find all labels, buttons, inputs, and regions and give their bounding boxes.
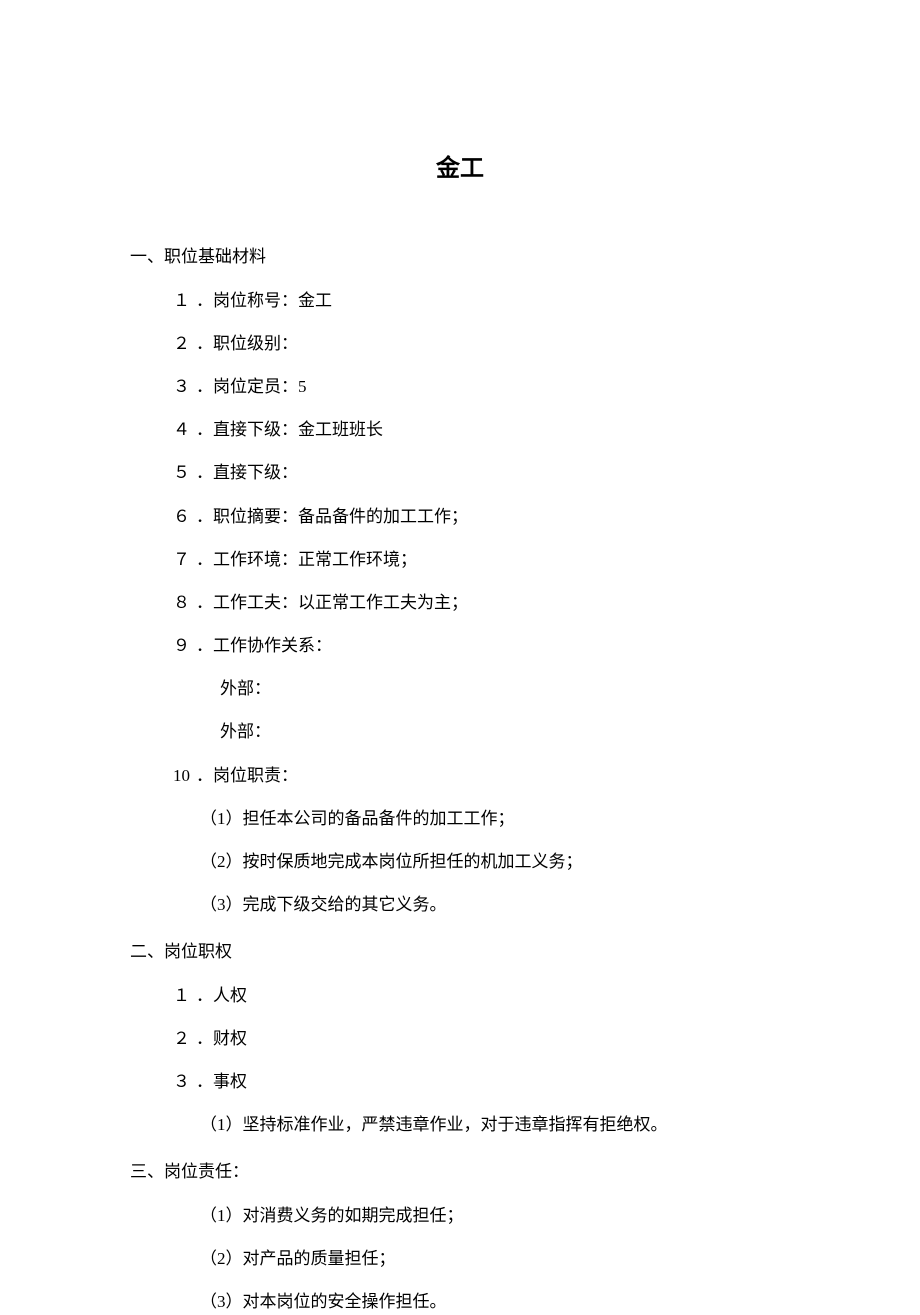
list-item: ８ ．工作工夫：以正常工作工夫为主； — [130, 589, 790, 616]
item-number: ３ — [170, 373, 190, 400]
list-item: １ ．岗位称号：金工 — [130, 287, 790, 314]
sub-list-item: （1）对消费义务的如期完成担任； — [130, 1202, 790, 1229]
sub-list-item: （2）按时保质地完成本岗位所担任的机加工义务； — [130, 848, 790, 875]
item-number: 10 — [170, 762, 190, 789]
item-text: ．财权 — [196, 1029, 247, 1048]
sub-list-item: 外部： — [130, 718, 790, 745]
list-item: ２ ．财权 — [130, 1025, 790, 1052]
item-text: ．直接下级：金工班班长 — [196, 420, 383, 439]
list-item: ７ ．工作环境：正常工作环境； — [130, 546, 790, 573]
item-text: ．事权 — [196, 1072, 247, 1091]
item-number: ４ — [170, 416, 190, 443]
item-number: ８ — [170, 589, 190, 616]
section3-header: 三、岗位责任： — [130, 1158, 790, 1185]
item-text: ．人权 — [196, 986, 247, 1005]
sub-list-item: （1）担任本公司的备品备件的加工工作； — [130, 805, 790, 832]
list-item: ９ ．工作协作关系： — [130, 632, 790, 659]
item-number: ５ — [170, 459, 190, 486]
item-text: ．职位级别： — [196, 334, 298, 353]
section-basic-info: 一、职位基础材料 １ ．岗位称号：金工 ２ ．职位级别： ３ ．岗位定员：5 ４ ．直接… — [130, 243, 790, 918]
list-item: ４ ．直接下级：金工班班长 — [130, 416, 790, 443]
section2-header: 二、岗位职权 — [130, 938, 790, 965]
sub-list-item: 外部： — [130, 675, 790, 702]
sub-list-item: （3）完成下级交给的其它义务。 — [130, 891, 790, 918]
list-item: ５ ．直接下级： — [130, 459, 790, 486]
sub-list-item: （3）对本岗位的安全操作担任。 — [130, 1288, 790, 1315]
list-item: １ ．人权 — [130, 982, 790, 1009]
list-item: ６ ．职位摘要：备品备件的加工工作； — [130, 503, 790, 530]
section-responsibility: 三、岗位责任： （1）对消费义务的如期完成担任； （2）对产品的质量担任； （3… — [130, 1158, 790, 1315]
item-text: ．岗位定员：5 — [196, 377, 307, 396]
list-item: ３ ．岗位定员：5 — [130, 373, 790, 400]
list-item: 10 ．岗位职责： — [130, 762, 790, 789]
item-text: ．工作环境：正常工作环境； — [196, 550, 417, 569]
section-authority: 二、岗位职权 １ ．人权 ２ ．财权 ３ ．事权 （1）坚持标准作业，严禁违章作业，对… — [130, 938, 790, 1138]
item-number: １ — [170, 982, 190, 1009]
item-text: ．岗位称号：金工 — [196, 291, 332, 310]
item-text: ．工作协作关系： — [196, 636, 332, 655]
item-text: ．工作工夫：以正常工作工夫为主； — [196, 593, 468, 612]
section1-header: 一、职位基础材料 — [130, 243, 790, 270]
item-text: ．直接下级： — [196, 463, 298, 482]
list-item: ３ ．事权 — [130, 1068, 790, 1095]
sub-list-item: （1）坚持标准作业，严禁违章作业，对于违章指挥有拒绝权。 — [130, 1111, 790, 1138]
item-number: ６ — [170, 503, 190, 530]
item-number: ２ — [170, 1025, 190, 1052]
item-text: ．岗位职责： — [196, 766, 298, 785]
list-item: ２ ．职位级别： — [130, 330, 790, 357]
item-number: ９ — [170, 632, 190, 659]
item-number: ２ — [170, 330, 190, 357]
item-number: ７ — [170, 546, 190, 573]
item-number: ３ — [170, 1068, 190, 1095]
item-number: １ — [170, 287, 190, 314]
document-title: 金工 — [130, 150, 790, 188]
sub-list-item: （2）对产品的质量担任； — [130, 1245, 790, 1272]
item-text: ．职位摘要：备品备件的加工工作； — [196, 507, 468, 526]
